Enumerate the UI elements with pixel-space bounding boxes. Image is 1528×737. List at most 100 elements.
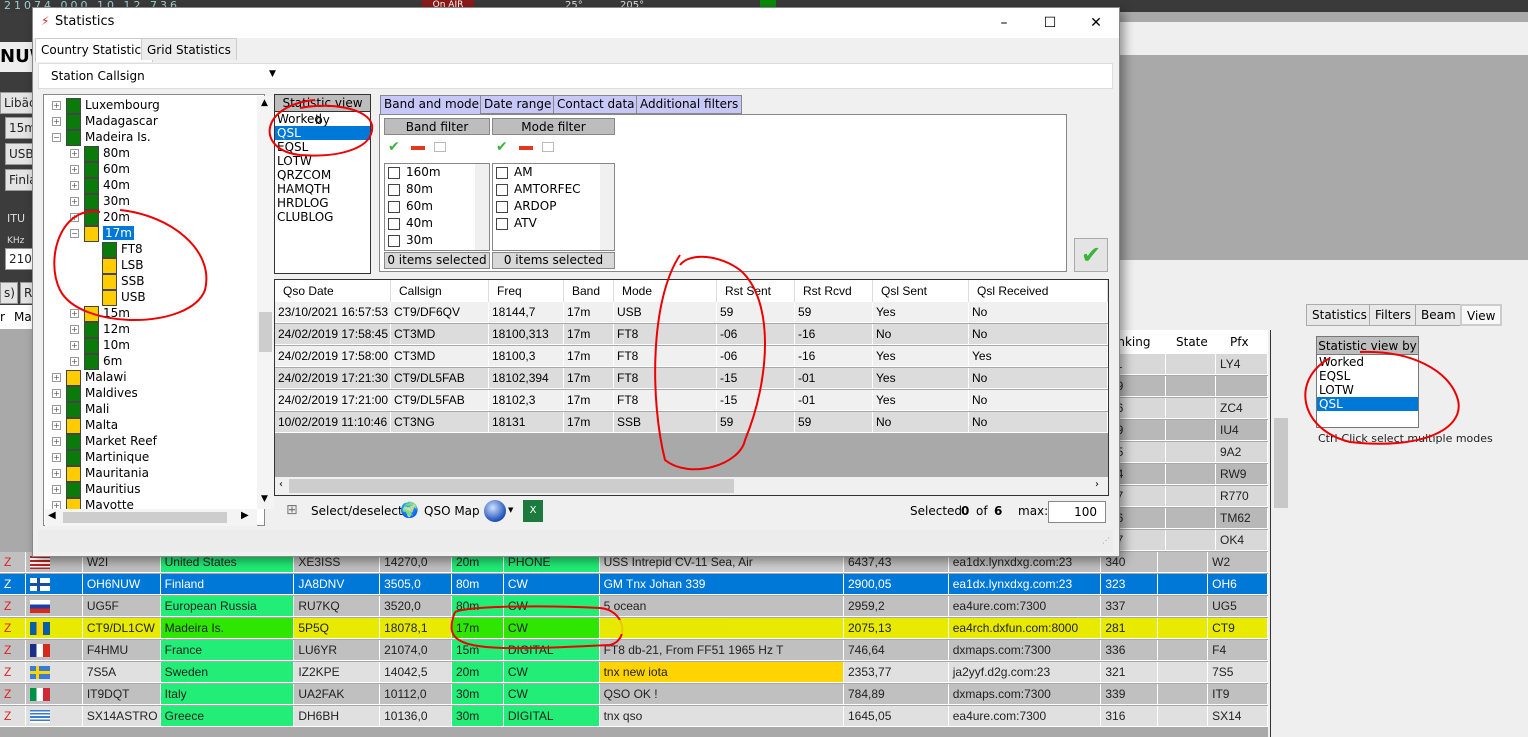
grid-row[interactable]: Z F4HMU France LU6YR 21074,0 15m DIGITAL FT8 db… <box>0 640 1268 662</box>
grid-row[interactable]: Z SX14ASTRO Greece DH6BH 10136,0 30m DIGITAL tn… <box>0 706 1268 728</box>
grid-row[interactable]: 99 <box>1106 376 1268 398</box>
column-header[interactable]: Qsl Received <box>969 280 1108 302</box>
tree-node[interactable]: + Mali <box>52 401 109 418</box>
tree-node[interactable]: USB <box>88 289 146 306</box>
expand-icon[interactable]: + <box>70 149 79 158</box>
excel-export-icon[interactable]: X <box>523 500 543 522</box>
column-header[interactable]: Rst Rcvd <box>795 280 873 302</box>
expand-icon[interactable]: + <box>70 181 79 190</box>
column-header[interactable]: Rst Sent <box>717 280 795 302</box>
tree-vertical-scrollbar[interactable]: ▲ ▼ <box>257 96 274 509</box>
tree-node[interactable]: +80m <box>70 145 130 162</box>
tab-contact-data[interactable]: Contact data <box>553 95 639 114</box>
expand-icon[interactable]: + <box>52 453 61 462</box>
tree-node[interactable]: +12m <box>70 321 130 338</box>
col-state[interactable]: State <box>1166 330 1216 354</box>
checkbox[interactable] <box>388 217 400 230</box>
column-header[interactable]: Band <box>564 280 614 302</box>
tree-node[interactable]: FT8 <box>88 241 143 258</box>
tree-node[interactable]: + Mauritania <box>52 465 149 482</box>
view-by-option[interactable]: HAMQTH <box>275 182 370 196</box>
view-by-option[interactable]: LOTW <box>275 154 370 168</box>
view-option[interactable]: EQSL <box>1317 369 1418 383</box>
checkbox[interactable] <box>496 183 508 196</box>
filter-item[interactable]: 30m <box>385 232 489 249</box>
check-all-icon[interactable]: ✔ <box>388 139 400 155</box>
tree-node[interactable]: LSB <box>88 257 144 274</box>
checkbox[interactable] <box>496 200 508 213</box>
column-header[interactable]: Freq <box>489 280 564 302</box>
tree-node[interactable]: − 17m <box>70 225 134 242</box>
max-input[interactable]: 100 <box>1048 501 1106 523</box>
invert-selection-icon[interactable] <box>434 142 446 152</box>
tree-horizontal-scrollbar[interactable]: ◀ ▶ <box>45 509 257 526</box>
grid-row[interactable]: 56ZC4 <box>1106 398 1268 420</box>
title-bar[interactable]: ⚡ Statistics – ☐ ✕ <box>33 8 1119 38</box>
column-header[interactable]: Mode <box>614 280 717 302</box>
chevron-down-icon[interactable]: ▼ <box>508 506 513 514</box>
expand-icon[interactable]: + <box>52 469 61 478</box>
grid-row[interactable]: Z 7S5A Sweden IZ2KPE 14042,5 20m CW tnx new iot… <box>0 662 1268 684</box>
globe-icon[interactable]: 🌍 <box>400 501 419 519</box>
table-row[interactable]: 24/02/2019 17:21:00 CT9/DL5FAB 18102,3 17m F… <box>275 390 1108 412</box>
grid-row[interactable]: Z IT9DQT Italy UA2FAK 10112,0 30m CW QSO OK ! 78… <box>0 684 1268 706</box>
minimize-button[interactable]: – <box>981 8 1027 38</box>
tree-node[interactable]: +30m <box>70 193 130 210</box>
scroll-right-icon[interactable]: ▶ <box>241 510 249 521</box>
column-header[interactable]: Qsl Sent <box>873 280 969 302</box>
view-option[interactable]: LOTW <box>1317 383 1418 397</box>
tab-date-range[interactable]: Date range <box>480 95 556 114</box>
tree-node[interactable]: +6m <box>70 353 122 370</box>
collapse-icon[interactable]: − <box>52 133 61 142</box>
expand-icon[interactable]: + <box>52 373 61 382</box>
table-row[interactable]: 24/02/2019 17:21:30 CT9/DL5FAB 18102,394 17… <box>275 368 1108 390</box>
scroll-left-icon[interactable]: ‹ <box>279 479 283 490</box>
expand-icon[interactable]: + <box>52 437 61 446</box>
filter-item[interactable]: 160m <box>385 164 489 181</box>
tab-statistics[interactable]: Statistics <box>1306 304 1373 326</box>
filter-item[interactable]: 80m <box>385 181 489 198</box>
grid-row[interactable]: Z OH6NUW Finland JA8DNV 3505,0 80m CW GM Tnx Jo… <box>0 574 1268 596</box>
tab-view[interactable]: View <box>1460 304 1503 326</box>
checkbox[interactable] <box>388 234 400 247</box>
table-row[interactable]: 10/02/2019 11:10:46 CT3NG 18131 17m SSB 59 59 N… <box>275 412 1108 434</box>
expand-icon[interactable]: + <box>70 213 79 222</box>
column-header[interactable]: Qso Date <box>275 280 391 302</box>
view-by-option[interactable]: HRDLOG <box>275 196 370 210</box>
tab-country-statistics[interactable]: Country Statistics <box>35 38 154 62</box>
view-by-option[interactable]: EQSL <box>275 140 370 154</box>
mode-filter-list[interactable]: AM AMTORFEC ARDOP ATV <box>492 163 615 251</box>
table-row[interactable]: 24/02/2019 17:58:00 CT3MD 18100,3 17m FT8 -06… <box>275 346 1108 368</box>
select-deselect-button[interactable]: Select/deselect <box>311 504 403 518</box>
tree-node[interactable]: + Mauritius <box>52 481 140 498</box>
chevron-down-icon[interactable]: ▼ <box>269 69 276 79</box>
tree-node[interactable]: +20m <box>70 209 130 226</box>
collapse-icon[interactable]: − <box>70 229 79 238</box>
select-grid-icon[interactable]: ⊞ <box>286 502 298 518</box>
tab-grid-statistics[interactable]: Grid Statistics <box>141 38 237 60</box>
filter-item[interactable]: AM <box>493 164 614 181</box>
resize-grip-icon[interactable]: ⋰ <box>1102 536 1110 545</box>
band-filter-list[interactable]: 160m 80m 60m 40m 30m <box>384 163 490 251</box>
tree-scroll-thumb[interactable] <box>259 312 272 352</box>
qso-map-button[interactable]: QSO Map <box>424 504 480 518</box>
invert-selection-icon[interactable] <box>542 142 554 152</box>
filter-item[interactable]: AMTORFEC <box>493 181 614 198</box>
list-scrollbar[interactable] <box>475 164 489 250</box>
tree-node[interactable]: +60m <box>70 161 130 178</box>
grid-row[interactable]: 37R770 <box>1106 486 1268 508</box>
expand-icon[interactable]: + <box>52 485 61 494</box>
view-by-option[interactable]: CLUBLOG <box>275 210 370 224</box>
tree-node[interactable]: − Madeira Is. <box>52 129 151 146</box>
tab-filters[interactable]: Filters <box>1369 304 1417 326</box>
grid-row[interactable]: Z UG5F European Russia RU7KQ 3520,0 80m CW 5 oc… <box>0 596 1268 618</box>
checkbox[interactable] <box>496 166 508 179</box>
tree-node[interactable]: +40m <box>70 177 130 194</box>
station-callsign-dropdown[interactable]: Station Callsign ▼ <box>38 63 1113 89</box>
checkbox[interactable] <box>388 166 400 179</box>
expand-icon[interactable]: + <box>52 421 61 430</box>
close-button[interactable]: ✕ <box>1073 8 1119 38</box>
scroll-left-icon[interactable]: ◀ <box>48 510 56 521</box>
table-row[interactable]: 23/10/2021 16:57:53 CT9/DF6QV 18144,7 17m US… <box>275 302 1108 324</box>
expand-icon[interactable]: + <box>52 101 61 110</box>
